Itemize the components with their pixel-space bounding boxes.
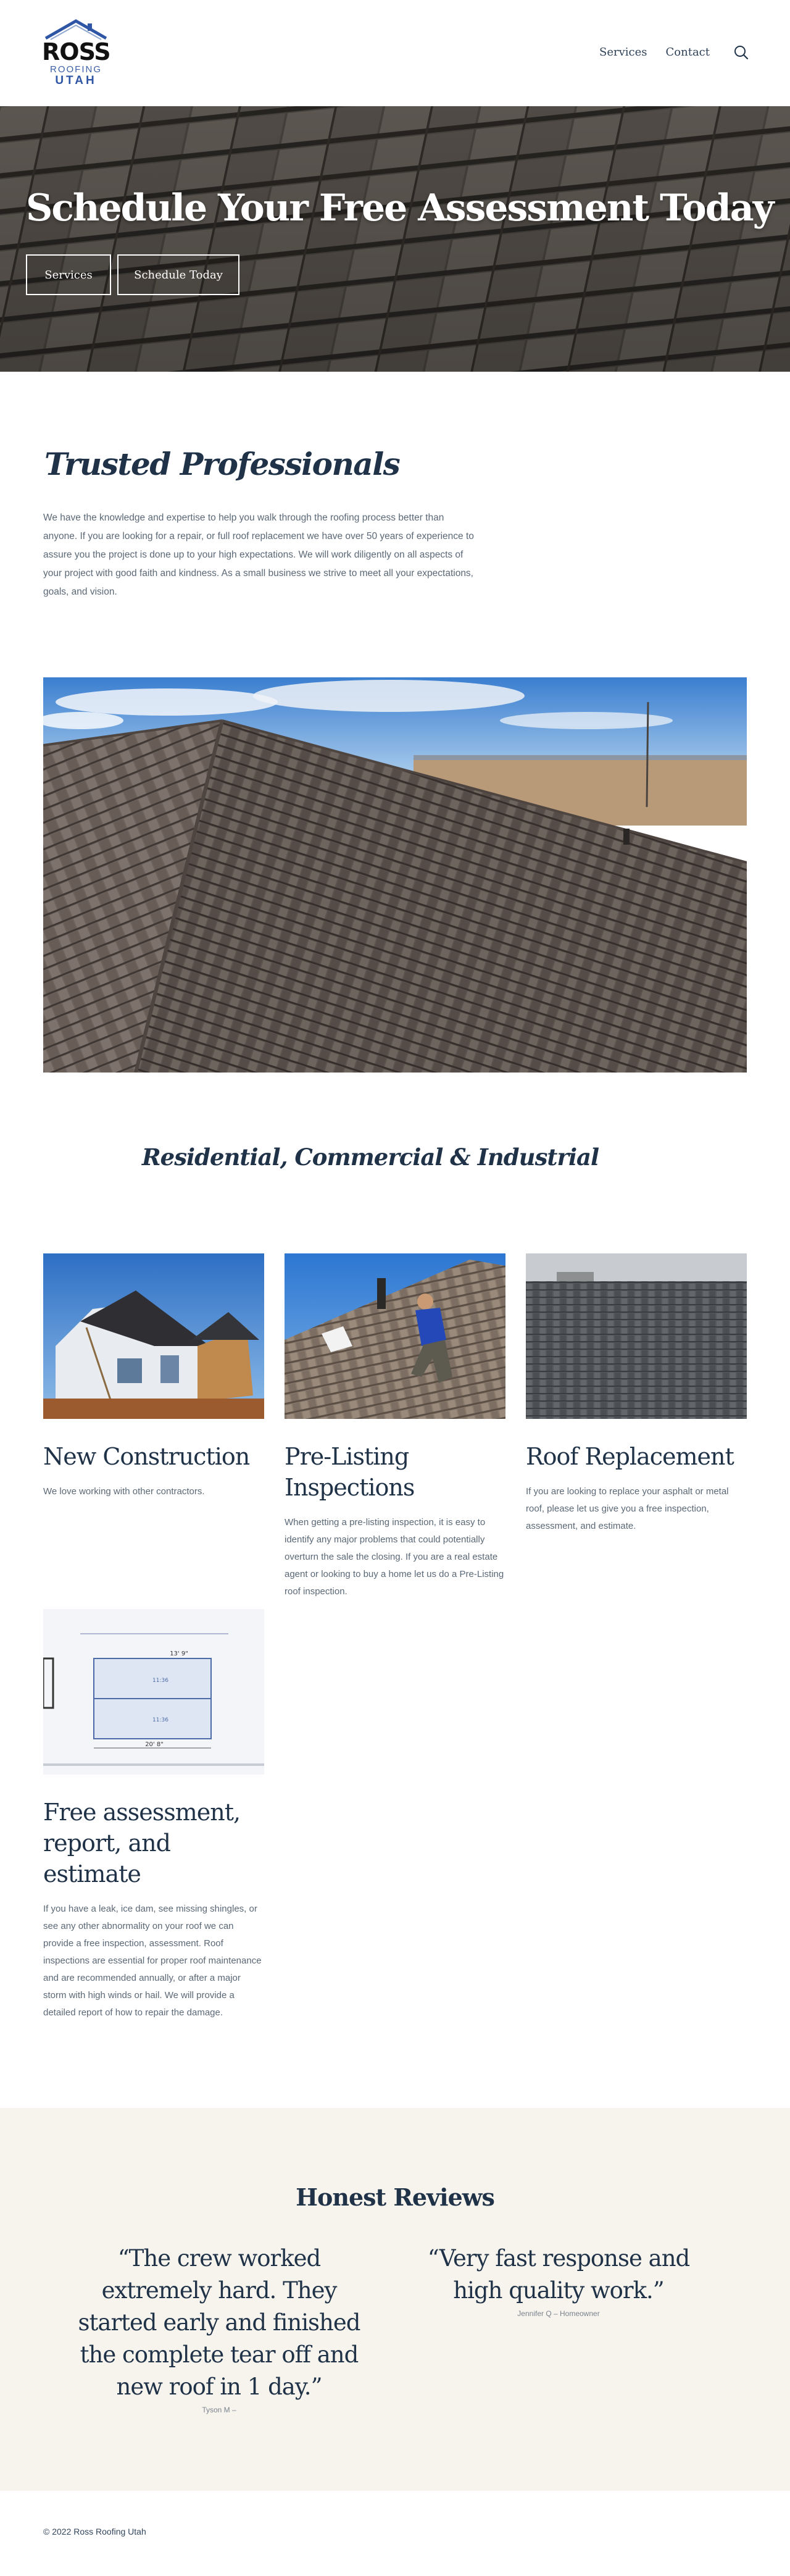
pre-listing-text: When getting a pre-listing inspection, i… (285, 1517, 504, 1597)
free-assessment-text: If you have a leak, ice dam, see missing… (43, 1904, 262, 2018)
review-card-2: “Very fast response and high quality wor… (426, 2243, 691, 2318)
nav-services-link[interactable]: Services (599, 46, 647, 59)
new-construction-image (43, 1253, 264, 1419)
search-icon (734, 46, 749, 60)
site-logo[interactable]: ROSS ROOFING UTAH (42, 19, 111, 88)
intro-title: Trusted Professionals (44, 446, 401, 482)
hero-services-button[interactable]: Services (26, 254, 111, 295)
nav-contact-link[interactable]: Contact (666, 46, 710, 59)
hero-schedule-button[interactable]: Schedule Today (117, 254, 239, 295)
roof-photo-image (43, 677, 747, 1073)
roof-replacement-image (526, 1253, 747, 1419)
roof-photo (43, 677, 747, 1073)
reviews-title: Honest Reviews (296, 2183, 495, 2211)
pre-listing-image (285, 1253, 505, 1419)
search-button[interactable] (733, 44, 749, 61)
new-construction-text: We love working with other contractors. (43, 1486, 205, 1497)
review-author-2: Jennifer Q – Homeowner (517, 2309, 600, 2318)
free-assessment-title: Free assessment, report, and estimate (43, 1799, 241, 1888)
service-card-roof-replacement: Roof Replacement If you are looking to r… (526, 1253, 747, 1535)
review-card-1: “The crew worked extremely hard. They st… (74, 2243, 364, 2414)
service-card-pre-listing: Pre-Listing Inspections When getting a p… (285, 1253, 505, 1600)
reviews-section: Honest Reviews “The crew worked extremel… (0, 2108, 790, 2491)
review-author-1: Tyson M – (202, 2406, 236, 2414)
logo-utah: UTAH (55, 74, 97, 87)
svg-text:13' 9": 13' 9" (170, 1650, 188, 1657)
residential-title: Residential, Commercial & Industrial (141, 1144, 599, 1171)
hero-title: Schedule Your Free Assessment Today (26, 186, 774, 230)
logo-roofing: ROOFING (50, 64, 102, 75)
svg-text:20' 8": 20' 8" (145, 1741, 164, 1748)
svg-text:11:36: 11:36 (152, 1678, 168, 1684)
service-card-new-construction: New Construction We love working with ot… (43, 1253, 264, 1500)
footer-copyright: © 2022 Ross Roofing Utah (43, 2527, 146, 2536)
hero-section: Schedule Your Free Assessment Today Serv… (0, 106, 790, 372)
roof-replacement-title: Roof Replacement (526, 1443, 734, 1470)
site-header: ROSS ROOFING UTAH Services Contact (0, 0, 790, 106)
intro-text: We have the knowledge and expertise to h… (43, 512, 474, 597)
hero-background-image (0, 106, 790, 372)
pre-listing-title: Pre-Listing Inspections (285, 1443, 415, 1501)
main-nav: Services Contact (599, 46, 710, 59)
logo-ross: ROSS (42, 38, 111, 65)
hero-buttons: Services Schedule Today (26, 254, 239, 295)
roof-replacement-text: If you are looking to replace your aspha… (526, 1486, 729, 1531)
svg-text:11:36: 11:36 (152, 1717, 168, 1723)
service-card-free-assessment: 11:36 11:36 20' 8" 13' 9" Free assessmen… (43, 1609, 264, 2022)
free-assessment-image: 11:36 11:36 20' 8" 13' 9" (43, 1609, 264, 1775)
review-quote-2: “Very fast response and high quality wor… (427, 2245, 690, 2304)
review-quote-1: “The crew worked extremely hard. They st… (78, 2245, 361, 2400)
new-construction-title: New Construction (43, 1443, 250, 1470)
